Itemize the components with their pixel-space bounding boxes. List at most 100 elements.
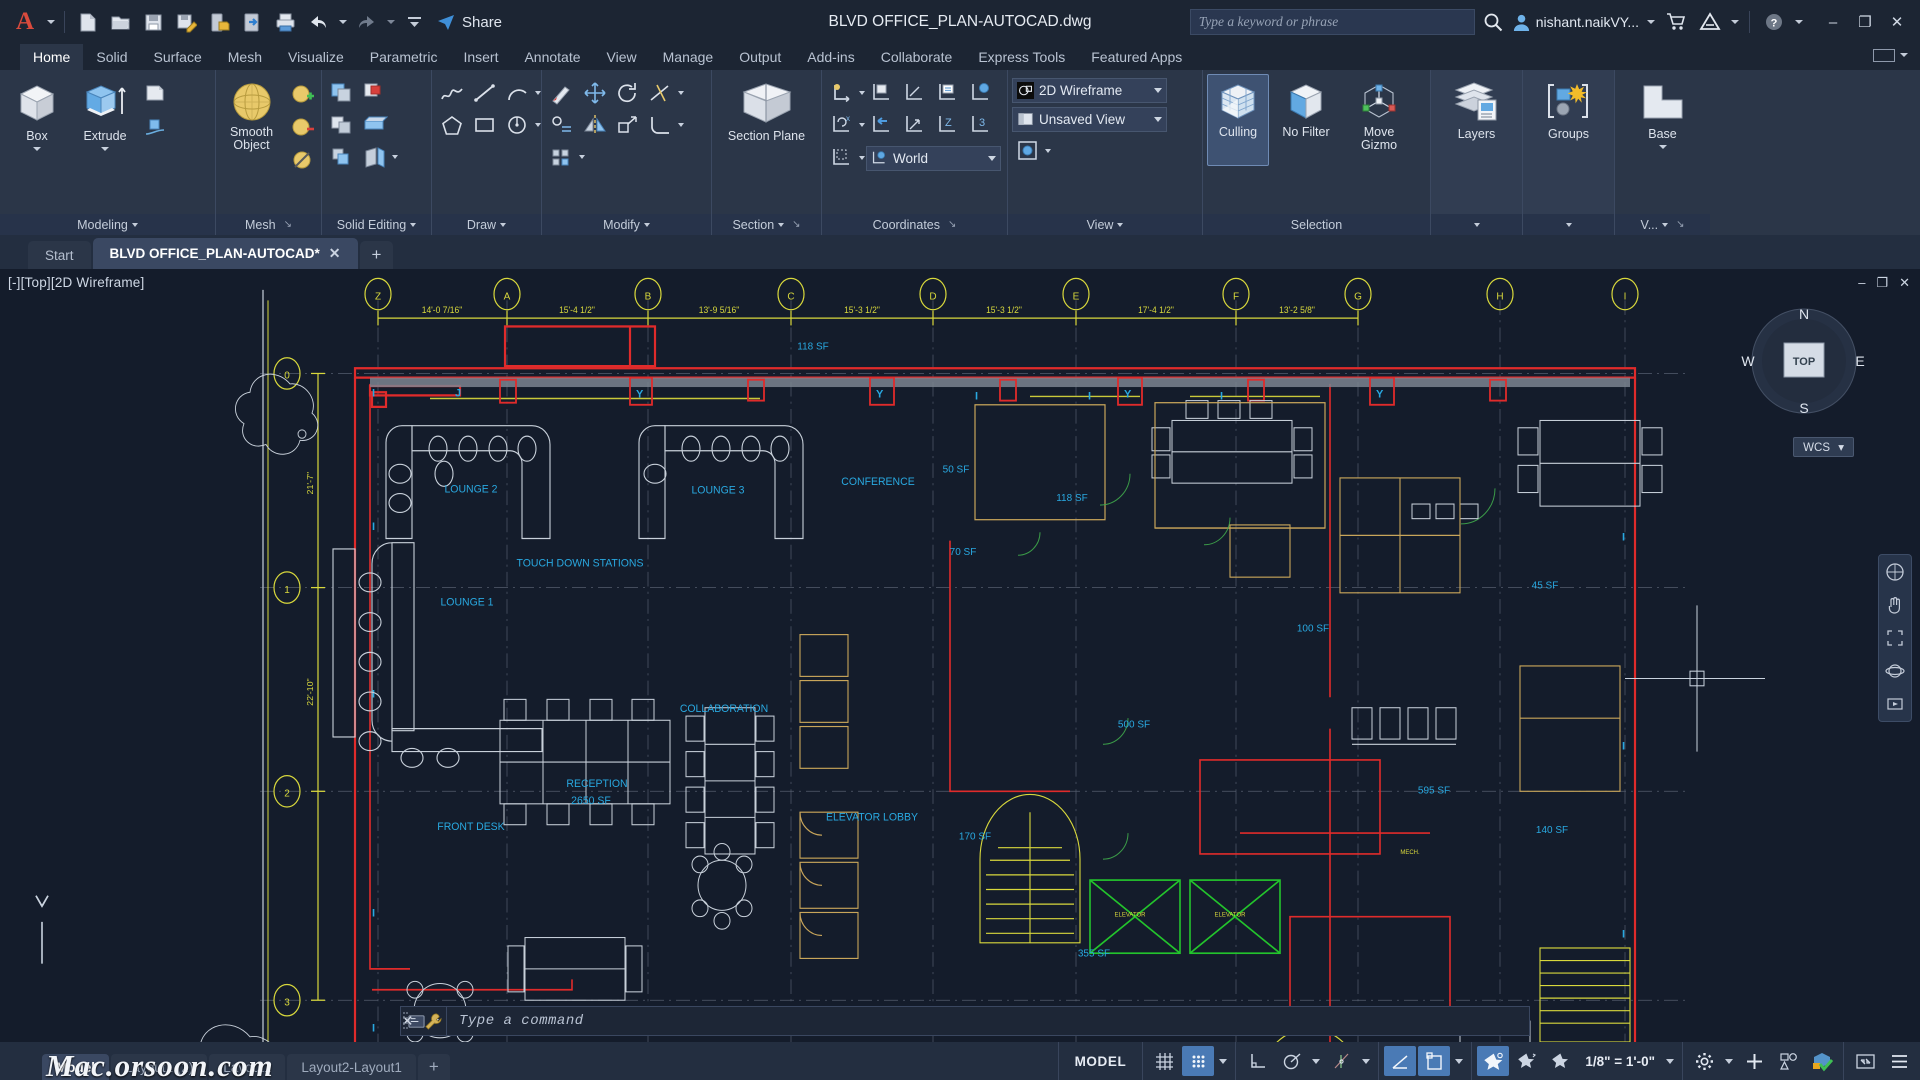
undo-arrow-icon[interactable] [303,7,334,38]
panel-label-view-extra[interactable]: V... ↘ [1615,214,1710,235]
panel-chevron-icon[interactable] [500,222,507,227]
window-close-button[interactable]: ✕ [1882,7,1912,37]
wcs-selector[interactable]: WCS ▾ [1793,437,1854,457]
file-tab-blvd-office-plan[interactable]: BLVD OFFICE_PLAN-AUTOCAD* ✕ [92,238,358,269]
search-input[interactable]: Type a keyword or phrase [1189,9,1475,35]
ribbon-minimize-chevron-icon[interactable] [1897,40,1910,70]
presspull-icon[interactable] [140,79,172,109]
solid-edit-icon[interactable] [359,110,391,140]
rotate-icon[interactable] [612,78,644,108]
window-minimize-button[interactable]: – [1818,7,1848,37]
panel-label-layers[interactable] [1431,214,1522,235]
layout-tab-model[interactable]: Model [42,1054,109,1080]
subtract-icon[interactable] [359,78,391,108]
autodesk-chevron-icon[interactable] [1728,7,1741,37]
tab-parametric[interactable]: Parametric [357,44,451,70]
visual-style-combo[interactable]: 2D Wireframe [1012,78,1167,103]
pan-hand-icon[interactable] [1883,593,1907,617]
panel-dialog-launcher-icon[interactable]: ↘ [284,219,292,230]
viewport-maximize-button[interactable]: ❐ [1876,275,1888,291]
tab-annotate[interactable]: Annotate [511,44,593,70]
panel-chevron-icon[interactable] [778,222,785,227]
panel-chevron-icon[interactable] [1565,222,1572,227]
panel-chevron-icon[interactable] [410,222,417,227]
expand-icon[interactable] [1849,1046,1881,1076]
annotation-square-icon[interactable] [1418,1046,1451,1076]
autocad-a-logo-icon[interactable]: A [8,7,42,37]
hamburger-icon[interactable] [1883,1046,1915,1076]
share-button[interactable]: Share [436,12,502,32]
drawing-canvas[interactable]: [-][Top][2D Wireframe] – ❐ ✕ Z A B C D E… [0,269,1920,1042]
viewport-configuration-icon[interactable] [1012,136,1044,166]
search-icon[interactable] [1478,7,1509,38]
panel-label-selection[interactable]: Selection [1203,214,1430,235]
extrude-button[interactable]: Extrude [72,76,138,151]
ucs-combo-chevron-icon[interactable] [988,155,996,161]
ucs-manager-icon[interactable] [932,78,964,108]
ucs-x-chevron-icon[interactable] [859,123,865,127]
ucs-world-globe-icon[interactable] [965,78,997,108]
snap-dots-icon[interactable] [1182,1046,1215,1076]
autodesk-triangle-icon[interactable] [1694,7,1725,38]
ucs-icon-display-icon[interactable] [826,143,858,173]
navigation-bar[interactable] [1878,554,1912,722]
ucs-3-icon[interactable]: 3 [965,110,997,140]
file-tab-start[interactable]: Start [28,241,91,269]
grid-icon[interactable] [1148,1046,1180,1076]
intersect-icon[interactable] [326,110,358,140]
fillet-icon[interactable] [645,110,677,140]
panel-chevron-icon[interactable] [643,222,650,227]
view-cube[interactable]: TOP N S W E [1740,297,1868,425]
panel-label-modeling[interactable]: Modeling [0,214,215,235]
smooth-more-icon[interactable] [287,79,319,109]
rectangle-icon[interactable] [469,110,501,140]
panel-label-section[interactable]: Section ↘ [712,214,821,235]
command-drag-handle[interactable] [402,1010,409,1032]
user-account-button[interactable]: nishant.naikVY... [1512,7,1657,37]
command-line[interactable]: Type a command [400,1006,1530,1036]
window-restore-button[interactable]: ❐ [1850,7,1880,37]
tab-featured-apps[interactable]: Featured Apps [1078,44,1195,70]
open-folder-icon[interactable] [105,7,136,38]
layers-button[interactable]: Layers [1438,76,1516,141]
new-file-tab-button[interactable]: + [359,241,394,269]
annotation-scale-value[interactable]: 1/8" = 1'-0" [1579,1054,1661,1069]
ortho-corner-icon[interactable] [1241,1046,1273,1076]
auto-scale-icon[interactable] [1477,1046,1510,1076]
scale-icon[interactable] [612,110,644,140]
tab-addins[interactable]: Add-ins [794,44,867,70]
trim-icon[interactable] [645,78,677,108]
orbit-icon[interactable] [1883,659,1907,683]
array-chevron-icon[interactable] [579,155,585,159]
panel-chevron-icon[interactable] [1473,222,1480,227]
undo-chevron-icon[interactable] [336,7,349,37]
panel-dialog-launcher-icon[interactable]: ↘ [1676,219,1684,230]
viewport-minimize-button[interactable]: – [1858,275,1865,291]
panel-dialog-launcher-icon[interactable]: ↘ [792,219,800,230]
layout-tab-layout1[interactable]: Layout1 [209,1054,286,1080]
sweep-icon[interactable] [140,112,172,142]
smooth-less-icon[interactable] [287,112,319,142]
layout-tab-layout2-layout1[interactable]: Layout2-Layout1 [287,1054,416,1080]
polar-settings-chevron-icon[interactable] [1312,1058,1321,1064]
tab-collaborate[interactable]: Collaborate [868,44,966,70]
polyline-icon[interactable] [436,78,468,108]
array-icon[interactable] [546,142,578,172]
help-chevron-icon[interactable] [1792,7,1805,37]
solid-separate-icon[interactable] [326,142,358,172]
osnap-tracking-chevron-icon[interactable] [1362,1058,1371,1064]
panel-label-view[interactable]: View [1008,214,1202,235]
panel-label-groups[interactable] [1523,214,1614,235]
base-chevron-icon[interactable] [1658,145,1667,149]
tab-visualize[interactable]: Visualize [275,44,357,70]
snap-settings-chevron-icon[interactable] [1219,1058,1228,1064]
tab-home[interactable]: Home [20,44,84,70]
ucs-x-rotate-icon[interactable]: x [826,110,858,140]
new-layout-button[interactable]: + [417,1054,450,1080]
shopping-cart-icon[interactable] [1660,7,1691,38]
help-question-icon[interactable]: ? [1758,7,1789,38]
tab-output[interactable]: Output [726,44,794,70]
polygon-icon[interactable] [436,110,468,140]
ucs-previous-icon[interactable] [866,110,898,140]
trim-chevron-icon[interactable] [678,91,684,95]
